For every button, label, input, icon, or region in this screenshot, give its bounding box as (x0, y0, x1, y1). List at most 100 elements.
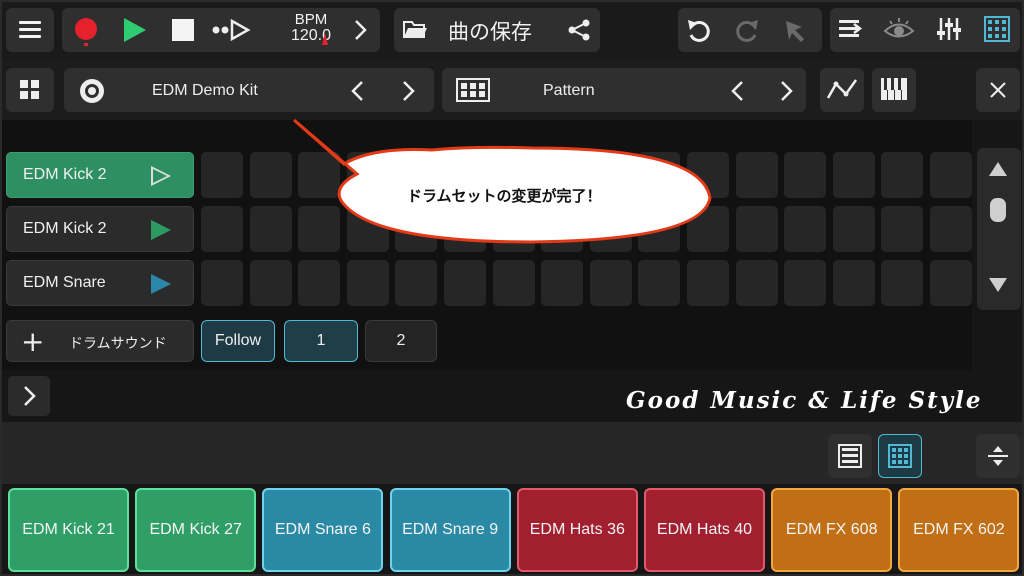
step-cell[interactable] (492, 260, 535, 306)
pad-toolbar (2, 422, 1022, 484)
hamburger-icon (19, 21, 41, 38)
track-preview-icon[interactable] (151, 274, 171, 294)
step-cell[interactable] (589, 260, 632, 306)
list-view-button[interactable] (828, 434, 872, 478)
step-cell[interactable] (881, 152, 924, 198)
drum-pad[interactable]: EDM Hats 36 (516, 488, 638, 572)
step-cell[interactable] (201, 206, 243, 252)
drum-pad[interactable]: EDM FX 608 (771, 488, 893, 572)
step-record-button[interactable] (208, 12, 252, 48)
step-cell[interactable] (735, 206, 778, 252)
step-cell[interactable] (930, 206, 972, 252)
automation-button[interactable] (820, 68, 864, 112)
track-preview-icon[interactable] (151, 220, 171, 240)
step-cell[interactable] (832, 152, 875, 198)
pad-grid-icon (888, 444, 912, 468)
pattern-name: Pattern (543, 82, 595, 99)
expand-panel-button[interactable] (8, 376, 50, 416)
pattern-selector[interactable] (442, 68, 806, 112)
step-cell[interactable] (346, 260, 389, 306)
add-drum-sound-button[interactable]: + ドラムサウンド (6, 320, 194, 362)
redo-icon[interactable] (732, 15, 762, 45)
stop-button[interactable] (164, 12, 200, 48)
step-cell[interactable] (881, 260, 924, 306)
keyboard-button[interactable] (872, 68, 916, 112)
drum-pad[interactable]: EDM Snare 9 (389, 488, 511, 572)
step-cell[interactable] (444, 260, 486, 306)
stop-icon (172, 19, 194, 41)
track-row[interactable]: EDM Snare (6, 260, 194, 306)
step-cell[interactable] (201, 260, 243, 306)
callout-text: ドラムセットの変更が完了！ (407, 187, 602, 205)
step-cell[interactable] (784, 260, 827, 306)
undo-icon[interactable] (684, 15, 714, 45)
chevron-right-icon (355, 20, 367, 40)
step-cell[interactable] (735, 260, 778, 306)
track-list-icon[interactable] (836, 14, 866, 44)
step-cell[interactable] (638, 260, 681, 306)
record-icon (75, 18, 97, 46)
chevron-right-icon (24, 386, 36, 406)
kit-next-button[interactable] (396, 78, 420, 104)
scroll-down-icon[interactable] (989, 278, 1007, 292)
follow-toggle[interactable]: Follow (201, 320, 275, 362)
drum-pad[interactable]: EDM FX 602 (898, 488, 1020, 572)
track-name: EDM Kick 2 (23, 220, 107, 237)
step-cell[interactable] (930, 260, 972, 306)
track-row[interactable]: EDM Kick 2 (6, 152, 194, 198)
share-icon[interactable] (566, 18, 592, 42)
callout-bubble (293, 118, 712, 244)
step-cell[interactable] (832, 260, 875, 306)
step-cell[interactable] (832, 206, 875, 252)
play-icon (124, 18, 146, 42)
cursor-icon[interactable] (780, 15, 810, 45)
app-window: BPM 120.0 曲の保存 EDM Demo Kit Pattern EDM … (0, 0, 1024, 576)
pattern-page-1[interactable]: 1 (284, 320, 358, 362)
folder-icon[interactable] (402, 18, 428, 40)
scroll-up-icon[interactable] (989, 162, 1007, 176)
eye-icon[interactable] (882, 14, 916, 44)
resize-handle[interactable] (976, 434, 1020, 478)
pattern-next-button[interactable] (774, 78, 798, 104)
save-song-label[interactable]: 曲の保存 (448, 16, 532, 46)
drum-pad[interactable]: EDM Kick 21 (8, 488, 129, 572)
pad-grid-icon[interactable] (982, 14, 1012, 44)
resize-vertical-icon (988, 446, 1008, 466)
pad-list-icon (838, 444, 862, 468)
step-cell[interactable] (784, 206, 827, 252)
drum-pad[interactable]: EDM Hats 40 (644, 488, 765, 572)
drum-pad[interactable]: EDM Kick 27 (135, 488, 257, 572)
close-icon (990, 82, 1006, 98)
metronome-icon[interactable] (320, 32, 330, 46)
track-name: EDM Snare (23, 274, 106, 291)
step-cell[interactable] (784, 152, 827, 198)
add-drum-sound-label: ドラムサウンド (69, 336, 167, 352)
track-name: EDM Kick 2 (23, 166, 107, 183)
step-cell[interactable] (541, 260, 584, 306)
pattern-page-2[interactable]: 2 (365, 320, 437, 362)
step-play-icon (212, 18, 251, 42)
drum-pad[interactable]: EDM Snare 6 (262, 488, 384, 572)
transport-expand-button[interactable] (342, 12, 378, 48)
mixer-icon[interactable] (934, 14, 964, 44)
pad-view-button[interactable] (878, 434, 922, 478)
step-cell[interactable] (395, 260, 438, 306)
record-button[interactable] (68, 12, 104, 48)
kit-browser-button[interactable] (6, 68, 54, 112)
track-preview-icon[interactable] (151, 166, 171, 186)
step-cell[interactable] (930, 152, 972, 198)
step-cell[interactable] (881, 206, 924, 252)
kit-prev-button[interactable] (346, 78, 370, 104)
step-cell[interactable] (201, 152, 243, 198)
play-button[interactable] (116, 12, 152, 48)
step-cell[interactable] (687, 260, 729, 306)
menu-button[interactable] (6, 8, 54, 52)
close-button[interactable] (976, 68, 1020, 112)
track-row[interactable]: EDM Kick 2 (6, 206, 194, 252)
step-cell[interactable] (249, 260, 292, 306)
pattern-prev-button[interactable] (726, 78, 750, 104)
slogan-watermark: Good Music & Life Style (626, 387, 983, 414)
step-cell[interactable] (735, 152, 778, 198)
scroll-thumb[interactable] (990, 198, 1006, 222)
step-cell[interactable] (298, 260, 341, 306)
